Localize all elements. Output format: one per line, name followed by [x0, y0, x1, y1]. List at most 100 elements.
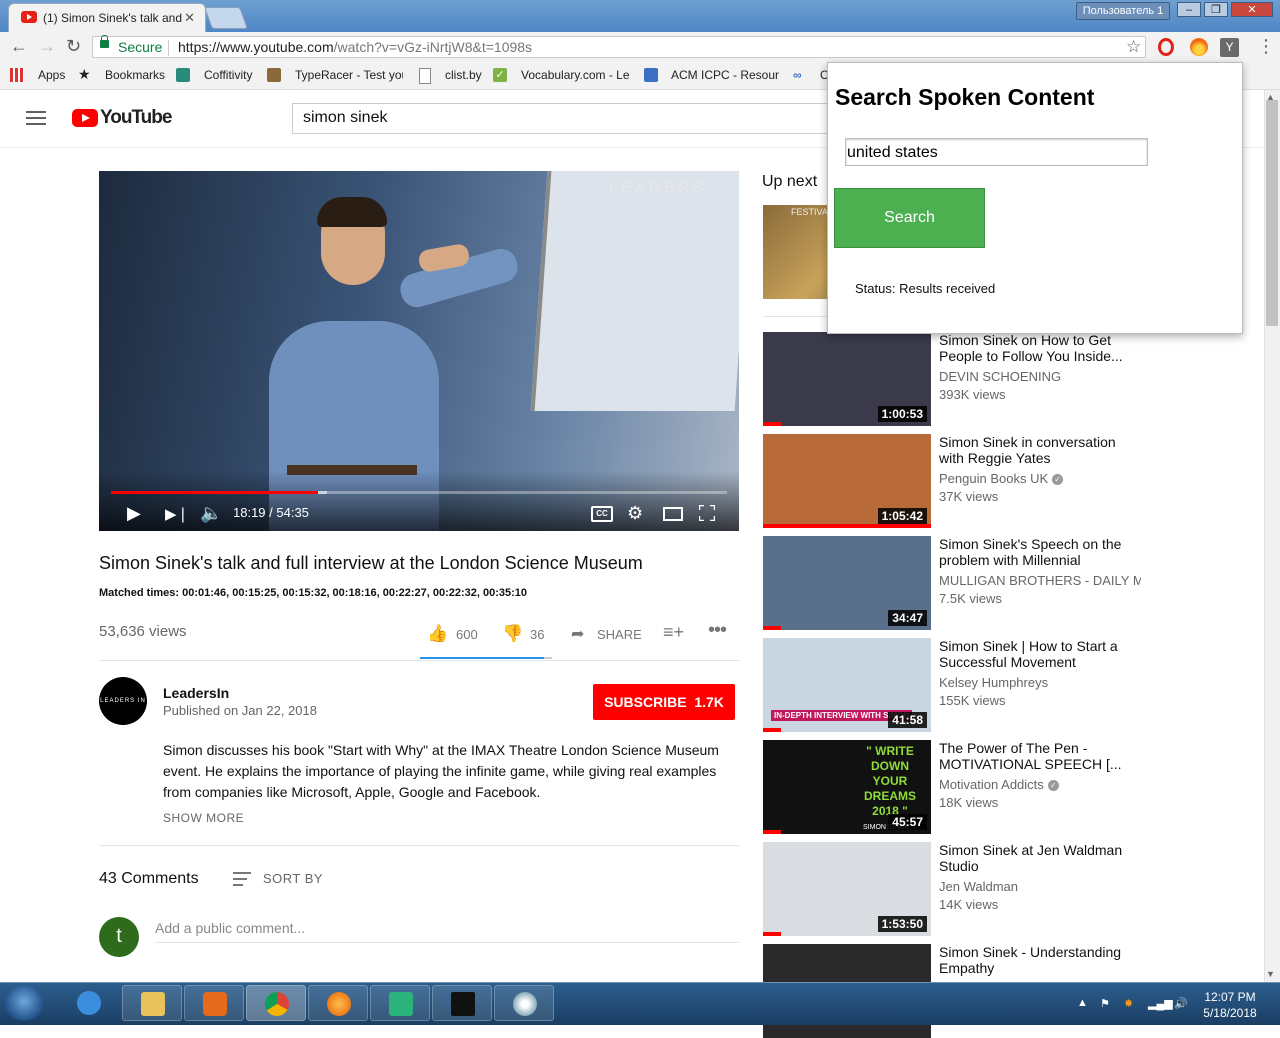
sort-by-button[interactable]: SORT BY — [263, 871, 323, 886]
firefox-taskbar-button[interactable] — [308, 985, 368, 1021]
related-thumbnail[interactable]: " WRITE DOWN YOUR DREAMS 2018 " SIMON SIN… — [763, 740, 931, 834]
related-channel[interactable]: MULLIGAN BROTHERS - DAILY MOT — [939, 573, 1141, 588]
spoken-search-button[interactable]: Search — [834, 188, 985, 248]
related-thumbnail[interactable]: IN-DEPTH INTERVIEW WITH SIMON 41:58 — [763, 638, 931, 732]
minimize-icon[interactable]: – — [1177, 2, 1201, 17]
network-icon[interactable]: ▂▄▆ — [1148, 997, 1173, 1010]
video-title: Simon Sinek's talk and full interview at… — [99, 553, 643, 573]
youtube-logo-text[interactable]: YouTube — [100, 107, 172, 129]
scroll-down-icon[interactable]: ▼ — [1266, 969, 1275, 979]
share-button[interactable]: SHARE — [597, 627, 642, 642]
share-icon[interactable]: ➦ — [571, 624, 584, 644]
search-spoken-extension-icon[interactable]: Y — [1220, 38, 1239, 57]
fire-extension-icon[interactable] — [1190, 38, 1208, 56]
window-close-icon[interactable]: ✕ — [1231, 2, 1273, 17]
related-title[interactable]: Simon Sinek | How to Start a Successful … — [939, 638, 1139, 670]
bookmark-coffitivity[interactable]: Coffitivity — [204, 68, 252, 82]
youtube-logo-icon[interactable] — [72, 109, 98, 127]
chrome-taskbar-button[interactable] — [246, 985, 306, 1021]
vocabulary-icon: ✓ — [493, 68, 507, 82]
dislike-count[interactable]: 36 — [530, 627, 544, 642]
fullscreen-icon[interactable] — [697, 503, 717, 523]
related-channel[interactable]: Jen Waldman — [939, 879, 1141, 894]
tab-close-icon[interactable]: ✕ — [184, 10, 195, 26]
related-title[interactable]: Simon Sinek on How to Get People to Foll… — [939, 332, 1139, 364]
related-title[interactable]: Simon Sinek in conversation with Reggie … — [939, 434, 1139, 466]
back-icon[interactable]: ← — [10, 36, 28, 57]
view-count: 53,636 views — [99, 623, 187, 640]
new-tab-button[interactable] — [203, 7, 249, 29]
profile-badge[interactable]: Пользователь 1 — [1076, 2, 1170, 20]
subscribe-button[interactable]: SUBSCRIBE 1.7K — [593, 684, 735, 720]
tray-app-icon[interactable]: ✸ — [1124, 997, 1133, 1010]
progress-played[interactable] — [111, 491, 318, 494]
speaker-icon[interactable]: 🔊 — [1174, 997, 1188, 1010]
comment-input[interactable]: Add a public comment... — [155, 920, 305, 936]
related-channel[interactable]: Kelsey Humphreys — [939, 675, 1141, 690]
next-icon[interactable]: ▶❘ — [165, 505, 189, 523]
url-path: /watch?v=vGz-iNrtjW8&t=1098s — [333, 39, 533, 55]
bookmark-acm[interactable]: ACM ICPC - Resourc — [671, 68, 779, 82]
chrome-menu-icon[interactable]: ⋮ — [1257, 36, 1275, 57]
webstorm-icon — [451, 992, 475, 1016]
related-channel[interactable]: DEVIN SCHOENING — [939, 369, 1141, 384]
channel-name[interactable]: LeadersIn — [163, 685, 229, 701]
related-thumbnail[interactable]: 1:53:50 — [763, 842, 931, 936]
related-title[interactable]: Simon Sinek at Jen Waldman Studio — [939, 842, 1139, 874]
related-channel[interactable]: Motivation Addicts ✓ — [939, 777, 1141, 792]
clock-date[interactable]: 5/18/2018 — [1196, 1006, 1264, 1020]
clock-time[interactable]: 12:07 PM — [1196, 990, 1264, 1004]
more-actions-icon[interactable]: ••• — [708, 619, 727, 642]
sort-icon[interactable] — [233, 872, 251, 890]
lock-icon — [100, 35, 109, 48]
bookmark-typeracer[interactable]: TypeRacer - Test you — [295, 68, 403, 82]
restore-icon[interactable]: ❐ — [1204, 2, 1228, 17]
url-text[interactable]: https://www.youtube.com/watch?v=vGz-iNrt… — [178, 39, 532, 55]
bookmark-apps[interactable]: Apps — [38, 68, 65, 82]
paint-taskbar-button[interactable] — [494, 985, 554, 1021]
forward-icon[interactable]: → — [38, 36, 56, 57]
related-thumbnail[interactable]: 1:05:42 — [763, 434, 931, 528]
media-taskbar-button[interactable] — [184, 985, 244, 1021]
reload-icon[interactable]: ↻ — [66, 36, 81, 57]
related-title[interactable]: Simon Sinek - Understanding Empathy — [939, 944, 1139, 976]
tray-flag-icon[interactable]: ⚑ — [1100, 997, 1110, 1010]
secure-label: Secure — [118, 39, 163, 55]
volume-icon[interactable]: 🔈 — [200, 503, 222, 524]
related-title[interactable]: Simon Sinek's Speech on the problem with… — [939, 536, 1139, 568]
related-thumbnail[interactable]: 34:47 — [763, 536, 931, 630]
play-icon[interactable]: ▶ — [127, 503, 141, 524]
add-to-playlist-icon[interactable]: ≡+ — [663, 622, 684, 643]
related-channel[interactable]: Penguin Books UK ✓ — [939, 471, 1141, 486]
publish-date: Published on Jan 22, 2018 — [163, 703, 317, 718]
webstorm-taskbar-button[interactable] — [432, 985, 492, 1021]
theater-mode-icon[interactable] — [663, 507, 683, 521]
opera-extension-icon[interactable] — [1158, 38, 1174, 56]
ie-taskbar-button[interactable] — [59, 985, 119, 1021]
link-icon: ∞ — [793, 68, 802, 82]
chrome-icon — [265, 992, 289, 1016]
video-player[interactable]: LEADERS ▶ ▶❘ 🔈 18:19 / 54:35 CC ⚙ — [99, 171, 739, 531]
scrollbar-thumb[interactable] — [1266, 100, 1278, 326]
hamburger-menu-icon[interactable] — [26, 111, 46, 127]
explorer-taskbar-button[interactable] — [122, 985, 182, 1021]
channel-avatar[interactable]: LEADERS IN — [99, 677, 147, 725]
related-thumbnail[interactable]: 1:00:53 — [763, 332, 931, 426]
browser-tab-active[interactable]: (1) Simon Sinek's talk and full intervie… — [8, 3, 206, 32]
bookmark-clist[interactable]: clist.by — [445, 68, 482, 82]
captions-icon[interactable]: CC — [591, 506, 613, 522]
show-more-button[interactable]: SHOW MORE — [163, 811, 244, 825]
related-views: 7.5K views — [939, 591, 1002, 606]
related-title[interactable]: The Power of The Pen - MOTIVATIONAL SPEE… — [939, 740, 1139, 772]
start-button-icon[interactable] — [4, 985, 44, 1021]
bookmark-vocabulary[interactable]: Vocabulary.com - Le — [521, 68, 629, 82]
speaker-hair — [317, 197, 387, 227]
dislike-icon[interactable]: 👎 — [502, 624, 523, 644]
bookmark-star-icon[interactable]: ☆ — [1126, 37, 1141, 57]
tray-show-hidden-icon[interactable]: ▲ — [1077, 997, 1088, 1009]
bookmark-bookmarks[interactable]: Bookmarks — [105, 68, 165, 82]
app-taskbar-button[interactable] — [370, 985, 430, 1021]
like-icon[interactable]: 👍 — [427, 624, 448, 644]
settings-gear-icon[interactable]: ⚙ — [627, 503, 643, 524]
like-count[interactable]: 600 — [456, 627, 478, 642]
